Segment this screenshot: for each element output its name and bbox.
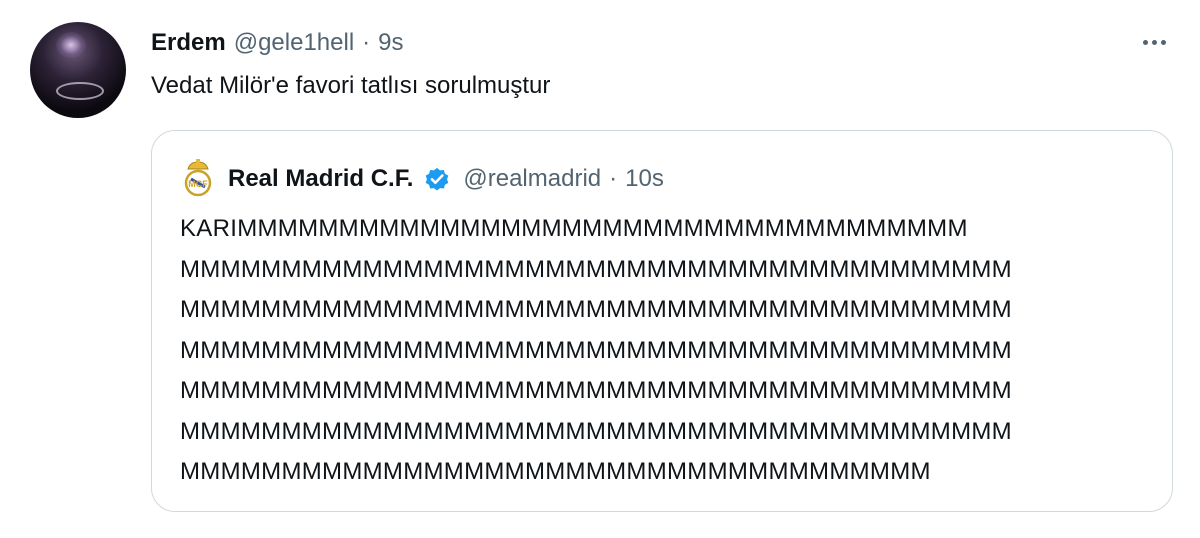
quoted-author-name[interactable]: Real Madrid C.F. [228, 165, 413, 193]
separator-dot: · [609, 165, 618, 192]
separator-dot: · [362, 29, 371, 56]
avatar[interactable] [30, 22, 126, 118]
avatar-shape [56, 82, 104, 100]
quoted-text-line: MMMMMMMMMMMMMMMMMMMMMMMMMMMMMMMMMMMMMMMM… [180, 255, 1012, 283]
more-options-button[interactable] [1132, 30, 1176, 54]
real-madrid-crest-icon: MCF [184, 159, 212, 197]
more-horizontal-icon [1160, 39, 1166, 45]
tweet-text: Vedat Milör'e favori tatlısı sorulmuştur [151, 72, 551, 99]
quoted-text-line: MMMMMMMMMMMMMMMMMMMMMMMMMMMMMMMMMMMMMMMM… [180, 296, 1012, 323]
svg-text:MCF: MCF [188, 179, 208, 189]
verified-badge-icon [426, 167, 449, 191]
quoted-author-handle[interactable]: @realmadrid [463, 165, 601, 193]
quoted-text-line: MMMMMMMMMMMMMMMMMMMMMMMMMMMMMMMMMMMMMMMM… [180, 336, 1012, 364]
author-handle[interactable]: @gele1hell [234, 29, 354, 57]
tweet-header: Erdem @gele1hell · 9s [151, 26, 404, 60]
quoted-text-line: KARIMMMMMMMMMMMMMMMMMMMMMMMMMMMMMMMMMMMM [180, 215, 968, 242]
more-horizontal-icon [1142, 39, 1148, 45]
quoted-tweet[interactable]: MCF Real Madrid C.F. @realmadrid · 10s K… [151, 130, 1173, 512]
more-horizontal-icon [1151, 39, 1157, 45]
quoted-tweet-header: MCF Real Madrid C.F. @realmadrid · 10s [182, 159, 664, 199]
quoted-text-line: MMMMMMMMMMMMMMMMMMMMMMMMMMMMMMMMMMMMM [180, 458, 931, 485]
quoted-timestamp[interactable]: 10s [625, 165, 664, 193]
avatar-glow [56, 32, 86, 58]
author-name[interactable]: Erdem [151, 29, 226, 57]
quoted-text-line: MMMMMMMMMMMMMMMMMMMMMMMMMMMMMMMMMMMMMMMM… [180, 377, 1012, 404]
quoted-text-line: MMMMMMMMMMMMMMMMMMMMMMMMMMMMMMMMMMMMMMMM… [180, 417, 1012, 445]
timestamp[interactable]: 9s [378, 29, 403, 57]
quoted-tweet-text: KARIMMMMMMMMMMMMMMMMMMMMMMMMMMMMMMMMMMMM… [180, 209, 1160, 493]
tweet[interactable]: Erdem @gele1hell · 9s Vedat Milör'e favo… [0, 0, 1200, 538]
